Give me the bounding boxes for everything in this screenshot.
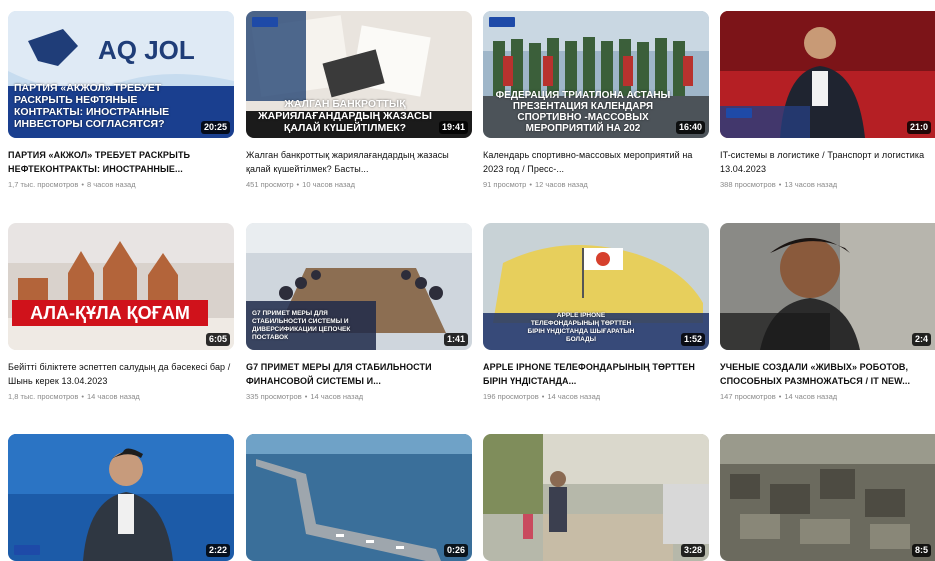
- thumbnail-image: [483, 434, 709, 561]
- video-thumbnail[interactable]: 8:5: [720, 434, 935, 561]
- video-title[interactable]: Календарь спортивно-массовых мероприятий…: [483, 148, 709, 176]
- upload-age: 14 часов назад: [86, 392, 140, 401]
- video-title[interactable]: IT-системы в логистике / Транспорт и лог…: [720, 148, 935, 176]
- video-meta: 335 просмотров • 14 часов назад: [246, 392, 364, 401]
- upload-age: 14 часов назад: [310, 392, 364, 401]
- video-meta: 91 просмотр • 12 часов назад: [483, 180, 588, 189]
- video-title[interactable]: APPLE IPHONE ТЕЛЕФОНДАРЫНЫҢ ТӨРТТЕН БІРІ…: [483, 360, 709, 388]
- video-card[interactable]: 8:5: [720, 434, 935, 561]
- video-duration: 2:22: [205, 544, 230, 557]
- video-duration: 0:26: [443, 544, 468, 557]
- video-card[interactable]: 21:0 IT-системы в логистике / Транспорт …: [720, 11, 935, 190]
- video-meta: 196 просмотров • 14 часов назад: [483, 392, 601, 401]
- video-grid: AQ JOL ПАРТИЯ «АКЖОЛ» ТРЕБУЕТ РАСКРЫТЬ Н…: [0, 0, 935, 561]
- video-meta: 1,7 тыс. просмотров • 8 часов назад: [8, 180, 136, 189]
- video-thumbnail[interactable]: G7 ПРИМЕТ МЕРЫ ДЛЯ СТАБИЛЬНОСТИ СИСТЕМЫ …: [246, 223, 472, 350]
- video-title[interactable]: Бейітті біліктете эспеттеп салудың да бә…: [8, 360, 234, 388]
- video-title[interactable]: Жалган банкроттық жариялағандардың жазас…: [246, 148, 472, 176]
- view-count: 335 просмотров: [246, 392, 302, 401]
- view-count: 196 просмотров: [483, 392, 539, 401]
- video-card[interactable]: АЛА-ҚҰЛА ҚОҒАМ 6:05 Бейітті біліктете эс…: [8, 223, 234, 402]
- video-thumbnail[interactable]: АЛА-ҚҰЛА ҚОҒАМ 6:05: [8, 223, 234, 350]
- thumbnail-caption: АЛА-ҚҰЛА ҚОҒАМ: [12, 300, 208, 326]
- video-card[interactable]: AQ JOL ПАРТИЯ «АКЖОЛ» ТРЕБУЕТ РАСКРЫТЬ Н…: [8, 11, 234, 190]
- view-count: 451 просмотр: [246, 180, 294, 189]
- video-duration: 21:0: [906, 121, 931, 134]
- channel-logo-icon: [726, 108, 752, 118]
- video-thumbnail[interactable]: 3:28: [483, 434, 709, 561]
- upload-age: 10 часов назад: [302, 180, 355, 189]
- view-count: 1,8 тыс. просмотров: [8, 392, 79, 401]
- thumbnail-image: [720, 11, 935, 138]
- view-count: 388 просмотров: [720, 180, 776, 189]
- video-thumbnail[interactable]: AQ JOL ПАРТИЯ «АКЖОЛ» ТРЕБУЕТ РАСКРЫТЬ Н…: [8, 11, 234, 138]
- thumbnail-image: [8, 223, 234, 350]
- svg-text:AQ JOL: AQ JOL: [98, 35, 195, 65]
- upload-age: 14 часов назад: [784, 392, 838, 401]
- video-thumbnail[interactable]: 2:22: [8, 434, 234, 561]
- thumbnail-image: [8, 434, 234, 561]
- video-card[interactable]: 2:22: [8, 434, 234, 561]
- thumbnail-caption: ФЕДЕРАЦИЯ ТРИАТЛОНА АСТАНЫ ПРЕЗЕНТАЦИЯ К…: [495, 90, 671, 134]
- video-card[interactable]: APPLE IPHONE ТЕЛЕФОНДАРЫНЫҢ ТӨРТТЕН БІРІ…: [483, 223, 709, 402]
- video-duration: 19:41: [438, 121, 468, 134]
- thumbnail-caption: APPLE IPHONE ТЕЛЕФОНДАРЫНЫҢ ТӨРТТЕН БІРІ…: [527, 312, 635, 343]
- video-duration: 6:05: [205, 333, 230, 346]
- video-card[interactable]: 0:26: [246, 434, 472, 561]
- thumbnail-image: [246, 434, 472, 561]
- video-duration: 8:5: [911, 544, 931, 557]
- video-thumbnail[interactable]: 0:26: [246, 434, 472, 561]
- video-card[interactable]: G7 ПРИМЕТ МЕРЫ ДЛЯ СТАБИЛЬНОСТИ СИСТЕМЫ …: [246, 223, 472, 402]
- video-duration: 2:4: [911, 333, 931, 346]
- channel-logo-icon: [489, 17, 515, 27]
- channel-logo-icon: [252, 17, 278, 27]
- video-meta: 147 просмотров • 14 часов назад: [720, 392, 838, 401]
- upload-age: 12 часов назад: [535, 180, 588, 189]
- view-count: 91 просмотр: [483, 180, 527, 189]
- video-title[interactable]: ПАРТИЯ «АКЖОЛ» ТРЕБУЕТ РАСКРЫТЬ НЕФТЕКОН…: [8, 148, 234, 176]
- video-card[interactable]: 2:4 УЧЕНЫЕ СОЗДАЛИ «ЖИВЫХ» РОБОТОВ, СПОС…: [720, 223, 935, 402]
- video-meta: 1,8 тыс. просмотров • 14 часов назад: [8, 392, 140, 401]
- video-meta: 388 просмотров • 13 часов назад: [720, 180, 838, 189]
- video-thumbnail[interactable]: ЖАЛГАН БАНКРОТТЫҚ ЖАРИЯЛАҒАНДАРДЫҢ ЖАЗАС…: [246, 11, 472, 138]
- thumbnail-caption: ЖАЛГАН БАНКРОТТЫҚ ЖАРИЯЛАҒАНДАРДЫҢ ЖАЗАС…: [258, 98, 432, 134]
- upload-age: 8 часов назад: [86, 180, 136, 189]
- video-card[interactable]: ФЕДЕРАЦИЯ ТРИАТЛОНА АСТАНЫ ПРЕЗЕНТАЦИЯ К…: [483, 11, 709, 190]
- video-title[interactable]: G7 ПРИМЕТ МЕРЫ ДЛЯ СТАБИЛЬНОСТИ ФИНАНСОВ…: [246, 360, 472, 388]
- video-thumbnail[interactable]: 2:4: [720, 223, 935, 350]
- thumbnail-image: [720, 223, 935, 350]
- video-meta: 451 просмотр • 10 часов назад: [246, 180, 355, 189]
- video-duration: 1:52: [680, 333, 705, 346]
- thumbnail-image: [720, 434, 935, 561]
- video-card[interactable]: ЖАЛГАН БАНКРОТТЫҚ ЖАРИЯЛАҒАНДАРДЫҢ ЖАЗАС…: [246, 11, 472, 190]
- video-duration: 3:28: [680, 544, 705, 557]
- video-card[interactable]: 3:28: [483, 434, 709, 561]
- thumbnail-caption: G7 ПРИМЕТ МЕРЫ ДЛЯ СТАБИЛЬНОСТИ СИСТЕМЫ …: [252, 310, 351, 341]
- video-thumbnail[interactable]: ФЕДЕРАЦИЯ ТРИАТЛОНА АСТАНЫ ПРЕЗЕНТАЦИЯ К…: [483, 11, 709, 138]
- upload-age: 13 часов назад: [784, 180, 838, 189]
- video-duration: 1:41: [443, 333, 468, 346]
- video-thumbnail[interactable]: 21:0: [720, 11, 935, 138]
- video-duration: 16:40: [675, 121, 705, 134]
- thumbnail-caption: ПАРТИЯ «АКЖОЛ» ТРЕБУЕТ РАСКРЫТЬ НЕФТЯНЫЕ…: [14, 82, 170, 130]
- video-title[interactable]: УЧЕНЫЕ СОЗДАЛИ «ЖИВЫХ» РОБОТОВ, СПОСОБНЫ…: [720, 360, 935, 388]
- view-count: 147 просмотров: [720, 392, 776, 401]
- video-thumbnail[interactable]: APPLE IPHONE ТЕЛЕФОНДАРЫНЫҢ ТӨРТТЕН БІРІ…: [483, 223, 709, 350]
- view-count: 1,7 тыс. просмотров: [8, 180, 79, 189]
- upload-age: 14 часов назад: [547, 392, 601, 401]
- channel-logo-icon: [14, 545, 40, 555]
- video-duration: 20:25: [200, 121, 230, 134]
